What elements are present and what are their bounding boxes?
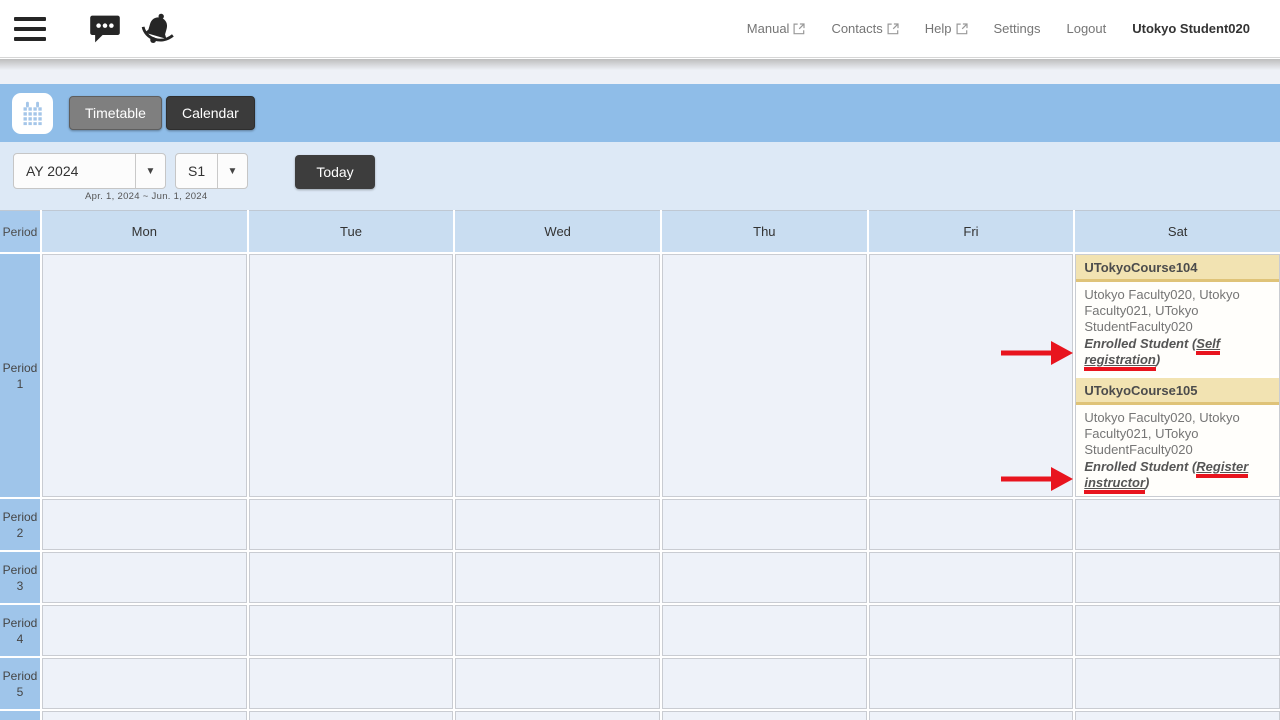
hamburger-menu-icon[interactable]	[14, 17, 46, 41]
date-range-label: Apr. 1, 2024 ~ Jun. 1, 2024	[85, 191, 207, 202]
enrollment-status: Enrolled Student (Self registration)	[1084, 336, 1271, 368]
timetable-cell	[869, 658, 1074, 709]
day-header-wed: Wed	[455, 210, 660, 252]
course-instructors: Utokyo Faculty020, Utokyo Faculty021, UT…	[1084, 410, 1239, 457]
timetable-cell	[42, 605, 247, 656]
timetable-cell	[869, 605, 1074, 656]
period-label-4: Period 4	[0, 605, 40, 656]
enrollment-status: Enrolled Student (Register instructor)	[1084, 459, 1271, 491]
timetable-cell	[249, 552, 454, 603]
nav-link-settings[interactable]: Settings	[994, 21, 1041, 36]
timetable-cell	[42, 552, 247, 603]
timetable-cell	[1075, 499, 1280, 550]
period-label-3: Period 3	[0, 552, 40, 603]
academic-year-value: AY 2024	[14, 163, 135, 179]
term-select[interactable]: S1 ▼	[175, 153, 248, 189]
nav-link-contacts[interactable]: Contacts	[831, 21, 898, 36]
course-title: UTokyoCourse105	[1076, 378, 1279, 405]
filter-bar: AY 2024 ▼ S1 ▼ Today Apr. 1, 2024 ~ Jun.…	[0, 142, 1280, 210]
timetable-cell	[455, 552, 660, 603]
period-label-1: Period 1	[0, 254, 40, 497]
timetable-cell	[249, 658, 454, 709]
view-toggle-band: Timetable Calendar	[0, 84, 1280, 142]
timetable-cell	[1075, 552, 1280, 603]
header-shadow-strip	[0, 59, 1280, 84]
timetable-cell	[42, 658, 247, 709]
chevron-down-icon: ▼	[217, 154, 247, 188]
day-header-fri: Fri	[869, 210, 1074, 252]
notification-bell-icon[interactable]	[140, 12, 176, 46]
chat-icon[interactable]	[88, 13, 122, 45]
day-header-mon: Mon	[42, 210, 247, 252]
academic-year-select[interactable]: AY 2024 ▼	[13, 153, 166, 189]
period-label-2: Period 2	[0, 499, 40, 550]
external-link-icon	[793, 23, 805, 35]
timetable-cell	[455, 711, 660, 720]
timetable-cell	[249, 499, 454, 550]
term-value: S1	[176, 163, 217, 179]
course-card[interactable]: UTokyoCourse105 Utokyo Faculty020, Utoky…	[1076, 378, 1279, 497]
period-column-header: Period	[0, 210, 40, 252]
period-label-6: Period 6	[0, 711, 40, 720]
timetable-cell	[869, 499, 1074, 550]
calendar-app-icon	[12, 93, 53, 134]
period-label-5: Period 5	[0, 658, 40, 709]
nav-link-help[interactable]: Help	[925, 21, 968, 36]
timetable-cell	[42, 254, 247, 497]
chevron-down-icon: ▼	[135, 154, 165, 188]
timetable-cell	[662, 605, 867, 656]
course-title: UTokyoCourse104	[1076, 255, 1279, 282]
timetable-cell	[662, 552, 867, 603]
timetable-cell	[1075, 658, 1280, 709]
timetable-cell	[42, 499, 247, 550]
day-header-sat: Sat	[1075, 210, 1280, 252]
timetable-cell	[869, 552, 1074, 603]
timetable-cell	[42, 711, 247, 720]
timetable-cell	[869, 254, 1074, 497]
timetable-cell	[1075, 711, 1280, 720]
timetable-cell	[249, 605, 454, 656]
timetable-cell	[869, 711, 1074, 720]
timetable-cell	[662, 254, 867, 497]
day-header-thu: Thu	[662, 210, 867, 252]
timetable-cell	[662, 499, 867, 550]
tab-calendar[interactable]: Calendar	[166, 96, 255, 130]
course-instructors: Utokyo Faculty020, Utokyo Faculty021, UT…	[1084, 287, 1239, 334]
timetable-cell	[1075, 605, 1280, 656]
timetable-grid: Period Mon Tue Wed Thu Fri Sat Period 1 …	[0, 210, 1280, 720]
timetable-cell	[455, 658, 660, 709]
timetable-cell	[249, 254, 454, 497]
timetable-cell	[662, 658, 867, 709]
timetable-cell-sat-period1: UTokyoCourse104 Utokyo Faculty020, Utoky…	[1075, 254, 1280, 497]
course-card[interactable]: UTokyoCourse104 Utokyo Faculty020, Utoky…	[1076, 255, 1279, 375]
external-link-icon	[887, 23, 899, 35]
today-button[interactable]: Today	[295, 155, 375, 189]
nav-link-logout[interactable]: Logout	[1066, 21, 1106, 36]
day-header-tue: Tue	[249, 210, 454, 252]
timetable-cell	[455, 499, 660, 550]
user-name: Utokyo Student020	[1132, 21, 1250, 36]
nav-link-manual[interactable]: Manual	[747, 21, 806, 36]
timetable-cell	[455, 605, 660, 656]
timetable-cell	[249, 711, 454, 720]
external-link-icon	[956, 23, 968, 35]
tab-timetable[interactable]: Timetable	[69, 96, 162, 130]
top-nav: Manual Contacts Help Settings	[747, 21, 1280, 36]
timetable-cell	[662, 711, 867, 720]
timetable-cell	[455, 254, 660, 497]
top-bar: Manual Contacts Help Settings	[0, 0, 1280, 58]
